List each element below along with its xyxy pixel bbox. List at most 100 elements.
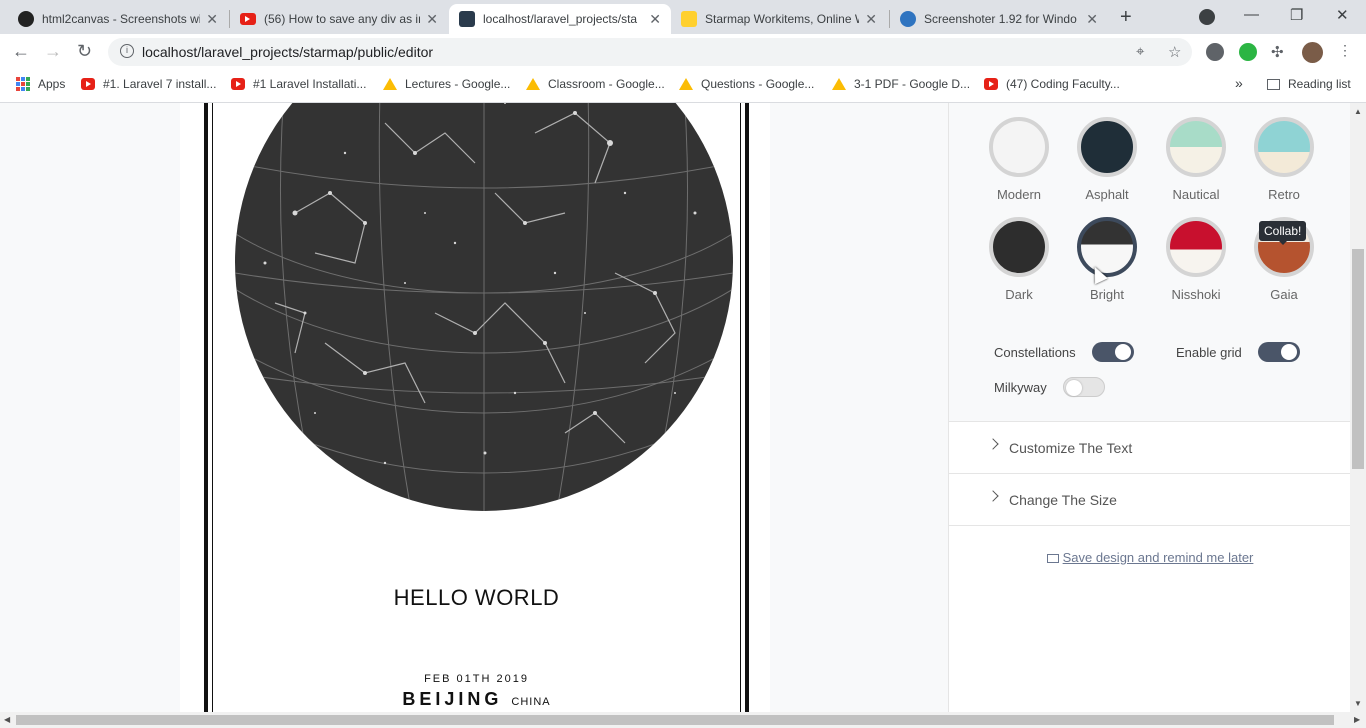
google-drive-icon — [526, 78, 540, 90]
bookmark-laravel-installation[interactable]: #1 Laravel Installati... — [231, 77, 366, 91]
theme-label: Retro — [1268, 187, 1300, 202]
section-customize-text[interactable]: Customize The Text — [949, 422, 1351, 474]
scrollbar-thumb[interactable] — [16, 715, 1334, 725]
bookmark-questions[interactable]: Questions - Google... — [679, 77, 814, 91]
avatar[interactable] — [1302, 42, 1323, 63]
theme-label: Bright — [1090, 287, 1124, 302]
tab-html2canvas[interactable]: html2canvas - Screenshots wi ✕ — [8, 4, 228, 34]
bookmark-apps[interactable]: Apps — [16, 77, 65, 91]
tab-starmap-workitems[interactable]: Starmap Workitems, Online W ✕ — [671, 4, 887, 34]
more-bookmarks-button[interactable]: » — [1235, 75, 1243, 91]
forward-arrow-icon[interactable]: → — [44, 41, 62, 62]
poster-inner-border: HELLO WORLD FEB 01TH 2019 BEIJING CHINA — [212, 103, 741, 712]
minimize-button[interactable]: — — [1244, 6, 1259, 23]
tab-localhost-editor[interactable]: localhost/laravel_projects/sta ✕ — [449, 4, 671, 34]
save-design-link[interactable]: Save design and remind me later — [949, 550, 1351, 565]
poster-location: BEIJING CHINA — [213, 689, 740, 710]
envelope-icon — [1046, 554, 1059, 563]
poster-preview-area: HELLO WORLD FEB 01TH 2019 BEIJING CHINA — [180, 103, 770, 712]
scroll-up-icon[interactable]: ▲ — [1354, 107, 1362, 116]
tab-title: Starmap Workitems, Online W — [705, 12, 860, 26]
theme-dark[interactable]: Dark — [975, 217, 1063, 302]
close-tab-icon[interactable]: ✕ — [865, 11, 877, 28]
theme-label: Gaia — [1270, 287, 1298, 302]
theme-bright[interactable]: Bright — [1063, 217, 1151, 302]
youtube-icon — [984, 78, 998, 90]
google-drive-icon — [832, 78, 846, 90]
poster-city: BEIJING — [402, 689, 503, 709]
tab-search-icon[interactable] — [1199, 9, 1215, 25]
style-settings: Modern Asphalt Nautical Retro Dark Brigh… — [949, 103, 1351, 422]
bookmark-label: #1. Laravel 7 install... — [103, 77, 217, 91]
theme-label: Asphalt — [1085, 187, 1129, 202]
puzzle-extensions-icon[interactable]: ✣ — [1271, 43, 1289, 61]
theme-modern[interactable]: Modern — [975, 117, 1063, 202]
star-map — [235, 103, 733, 511]
url-text: localhost/laravel_projects/starmap/publi… — [142, 44, 434, 60]
theme-nautical[interactable]: Nautical — [1152, 117, 1240, 202]
toggle-label: Constellations — [994, 344, 1076, 360]
theme-asphalt[interactable]: Asphalt — [1063, 117, 1151, 202]
theme-thumbnail — [1166, 217, 1226, 277]
milkyway-switch[interactable] — [1062, 377, 1105, 397]
tab-screenshoter[interactable]: Screenshoter 1.92 for Windo ✕ — [890, 4, 1108, 34]
theme-thumbnail — [1254, 117, 1314, 177]
bookmark-3-1-pdf[interactable]: 3-1 PDF - Google D... — [832, 77, 970, 91]
theme-thumbnail — [1077, 117, 1137, 177]
vertical-scrollbar[interactable]: ▲ ▼ — [1350, 103, 1366, 712]
address-bar[interactable]: i localhost/laravel_projects/starmap/pub… — [108, 38, 1192, 66]
location-pin-icon[interactable]: ⌖ — [1136, 43, 1144, 60]
bookmark-star-icon[interactable]: ☆ — [1168, 43, 1181, 61]
site-info-icon[interactable]: i — [120, 44, 134, 58]
theme-label: Modern — [996, 187, 1042, 202]
bookmark-laravel7-install[interactable]: #1. Laravel 7 install... — [81, 77, 216, 91]
page-content: HELLO WORLD FEB 01TH 2019 BEIJING CHINA … — [0, 103, 1366, 712]
tab-youtube[interactable]: (56) How to save any div as in ✕ — [230, 4, 448, 34]
theme-retro[interactable]: Retro — [1240, 117, 1328, 202]
theme-nisshoki[interactable]: Nisshoki — [1152, 217, 1240, 302]
google-drive-icon — [679, 78, 693, 90]
scroll-down-icon[interactable]: ▼ — [1354, 699, 1362, 708]
youtube-icon — [240, 13, 256, 25]
back-arrow-icon[interactable]: ← — [12, 41, 30, 62]
tab-strip: html2canvas - Screenshots wi ✕ (56) How … — [0, 0, 1366, 34]
section-label: Change The Size — [1009, 491, 1117, 508]
github-icon — [18, 11, 34, 27]
bookmark-classroom[interactable]: Classroom - Google... — [526, 77, 665, 91]
bookmark-label: Classroom - Google... — [548, 77, 665, 91]
reload-icon[interactable]: ↻ — [77, 41, 92, 62]
section-change-size[interactable]: Change The Size — [949, 474, 1351, 526]
bookmarks-bar: Apps #1. Laravel 7 install... #1 Laravel… — [0, 70, 1366, 103]
extension-icon[interactable] — [1206, 43, 1224, 61]
toggle-constellations[interactable]: Constellations — [994, 342, 1134, 362]
scrollbar-thumb[interactable] — [1352, 249, 1364, 469]
extension-green-icon[interactable] — [1239, 43, 1257, 61]
constellations-switch[interactable] — [1091, 342, 1134, 362]
page-icon — [459, 11, 475, 27]
bookmark-label: Lectures - Google... — [405, 77, 511, 91]
close-window-button[interactable]: ✕ — [1336, 6, 1349, 24]
menu-dots-icon[interactable]: ⋮ — [1338, 42, 1356, 60]
bookmark-label: 3-1 PDF - Google D... — [854, 77, 971, 91]
toggle-enable-grid[interactable]: Enable grid — [1176, 342, 1300, 362]
close-tab-icon[interactable]: ✕ — [649, 11, 661, 28]
grid-switch[interactable] — [1257, 342, 1300, 362]
tooltip: Collab! — [1259, 221, 1307, 245]
bookmark-lectures[interactable]: Lectures - Google... — [383, 77, 510, 91]
scroll-left-icon[interactable]: ◀ — [4, 715, 10, 724]
bookmark-coding-faculty[interactable]: (47) Coding Faculty... — [984, 77, 1120, 91]
horizontal-scrollbar[interactable]: ◀ ▶ — [0, 712, 1366, 728]
reading-list-icon — [1267, 78, 1280, 90]
scroll-right-icon[interactable]: ▶ — [1354, 715, 1360, 724]
theme-thumbnail — [1166, 117, 1226, 177]
restore-button[interactable]: ❐ — [1290, 6, 1303, 24]
toggle-label: Enable grid — [1176, 344, 1242, 360]
close-tab-icon[interactable]: ✕ — [426, 11, 438, 28]
tab-title: localhost/laravel_projects/sta — [483, 12, 638, 26]
close-tab-icon[interactable]: ✕ — [206, 11, 218, 28]
toggle-milkyway[interactable]: Milkyway — [994, 377, 1105, 397]
bookmark-label: #1 Laravel Installati... — [253, 77, 367, 91]
new-tab-button[interactable]: + — [1120, 6, 1132, 29]
close-tab-icon[interactable]: ✕ — [1086, 11, 1098, 28]
reading-list-button[interactable]: Reading list — [1267, 77, 1351, 91]
